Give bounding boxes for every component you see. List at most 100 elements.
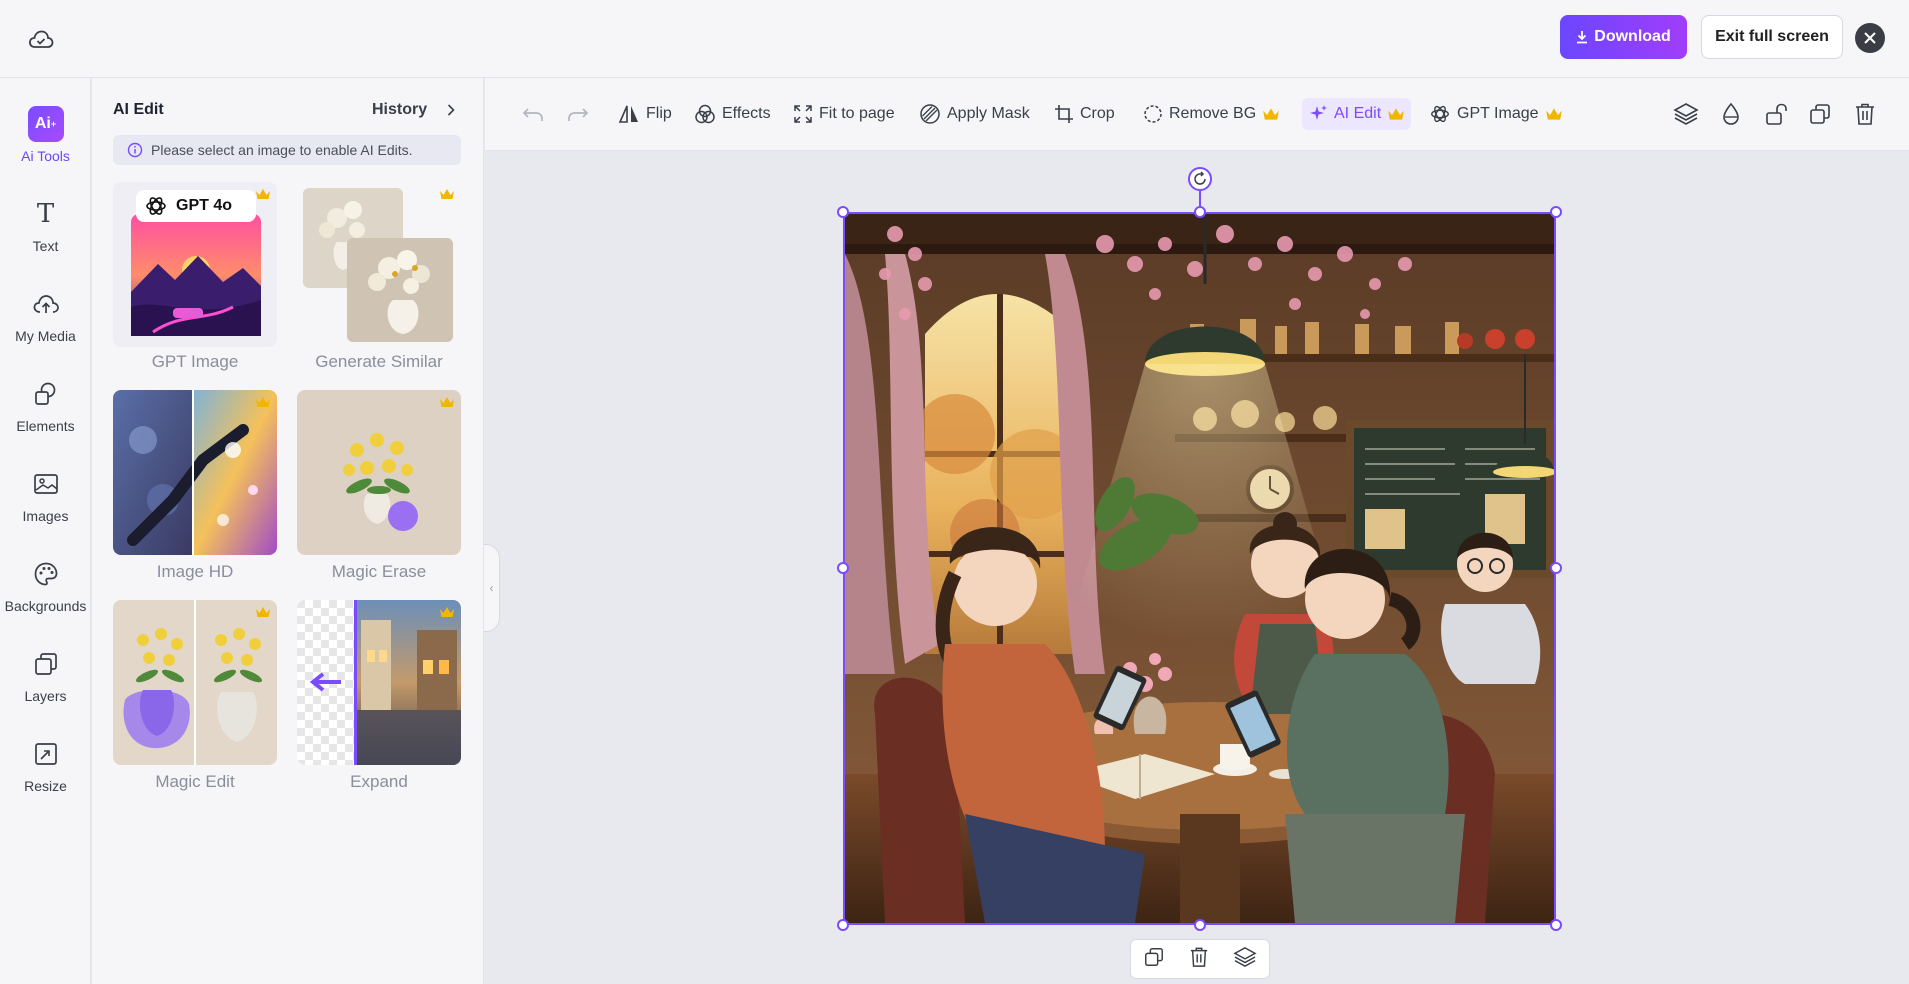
fit-to-page-button[interactable]: Fit to page bbox=[793, 98, 895, 130]
collapse-panel-button[interactable]: ‹ bbox=[484, 544, 500, 632]
left-rail: Ai + Ai Tools T Text My Media Elements Im… bbox=[0, 78, 91, 984]
resize-handle-right[interactable] bbox=[1550, 562, 1562, 574]
elements-icon bbox=[28, 376, 64, 412]
rail-item-layers[interactable]: Layers bbox=[0, 646, 91, 724]
toolbar-label: Flip bbox=[646, 105, 672, 122]
trash-icon[interactable] bbox=[1189, 946, 1209, 973]
tool-label: Generate Similar bbox=[315, 352, 443, 371]
close-button[interactable] bbox=[1855, 23, 1885, 53]
rail-item-backgrounds[interactable]: Backgrounds bbox=[0, 556, 91, 634]
duplicate-icon[interactable] bbox=[1143, 946, 1165, 973]
edit-toolbar: Flip Effects Fit to page Apply Mask Crop… bbox=[485, 78, 1909, 151]
history-button[interactable]: History bbox=[372, 101, 455, 119]
rail-label: Elements bbox=[16, 418, 75, 434]
toolbar-label: Effects bbox=[722, 105, 771, 122]
exit-full-screen-button[interactable]: Exit full screen bbox=[1701, 15, 1843, 59]
rail-item-ai-tools[interactable]: Ai + Ai Tools bbox=[0, 106, 91, 184]
selected-image[interactable] bbox=[843, 212, 1556, 925]
rotate-icon bbox=[1194, 171, 1206, 185]
tool-card-image-hd[interactable] bbox=[113, 390, 277, 555]
trash-icon[interactable] bbox=[1850, 99, 1880, 129]
toolbar-label: Remove BG bbox=[1169, 105, 1257, 122]
magic-erase-thumbnail bbox=[343, 433, 418, 531]
tool-label: Magic Edit bbox=[155, 772, 235, 791]
sparkle-icon bbox=[1310, 105, 1327, 120]
rail-item-my-media[interactable]: My Media bbox=[0, 286, 91, 364]
rail-item-images[interactable]: Images bbox=[0, 466, 91, 544]
cafe-illustration bbox=[845, 214, 1554, 923]
tool-card-magic-erase[interactable] bbox=[297, 390, 461, 555]
flip-button[interactable]: Flip bbox=[618, 98, 672, 130]
chevron-left-icon: ‹ bbox=[489, 581, 494, 595]
ai-edit-button[interactable]: AI Edit bbox=[1302, 98, 1412, 130]
rail-label: Text bbox=[32, 238, 59, 254]
tool-card-expand[interactable] bbox=[297, 600, 461, 765]
unlock-icon[interactable] bbox=[1761, 99, 1791, 129]
resize-icon bbox=[28, 736, 64, 772]
fit-icon bbox=[794, 105, 812, 123]
palette-icon bbox=[28, 556, 64, 592]
rail-label: Resize bbox=[24, 778, 67, 794]
toolbar-label: GPT Image bbox=[1457, 105, 1539, 122]
history-label: History bbox=[372, 101, 428, 118]
download-button[interactable]: Download bbox=[1560, 15, 1687, 59]
resize-handle-left[interactable] bbox=[837, 562, 849, 574]
info-icon bbox=[127, 142, 143, 158]
crop-icon bbox=[1055, 105, 1073, 123]
crown-icon bbox=[1545, 108, 1562, 120]
resize-handle-bottom-right[interactable] bbox=[1550, 919, 1562, 931]
image-icon bbox=[28, 466, 64, 502]
resize-handle-bottom-left[interactable] bbox=[837, 919, 849, 931]
panel-title: AI Edit bbox=[113, 101, 164, 118]
gpt-image-button[interactable]: GPT Image bbox=[1429, 98, 1563, 130]
resize-handle-top[interactable] bbox=[1194, 206, 1206, 218]
download-label: Download bbox=[1594, 28, 1671, 45]
remove-bg-icon bbox=[1144, 105, 1162, 123]
rail-item-text[interactable]: T Text bbox=[0, 196, 91, 274]
rotate-handle[interactable] bbox=[1188, 167, 1212, 191]
rail-label: Layers bbox=[24, 688, 67, 704]
effects-button[interactable]: Effects bbox=[694, 98, 771, 130]
rail-item-elements[interactable]: Elements bbox=[0, 376, 91, 454]
toolbar-label: AI Edit bbox=[1334, 105, 1382, 122]
crown-icon bbox=[256, 189, 270, 199]
undo-icon[interactable] bbox=[518, 99, 548, 129]
rail-item-resize[interactable]: Resize bbox=[0, 736, 91, 814]
resize-handle-top-right[interactable] bbox=[1550, 206, 1562, 218]
expand-thumbnail bbox=[297, 600, 461, 765]
top-bar: Download Exit full screen bbox=[0, 0, 1909, 78]
tool-label: GPT Image bbox=[151, 352, 239, 371]
opacity-drop-icon[interactable] bbox=[1716, 99, 1746, 129]
flip-icon bbox=[618, 105, 638, 123]
close-icon bbox=[1864, 32, 1876, 44]
layers-stack-icon[interactable] bbox=[1671, 99, 1701, 129]
apply-mask-button[interactable]: Apply Mask bbox=[919, 98, 1030, 130]
gpt-4o-badge: GPT 4o bbox=[136, 190, 256, 222]
layers-stack-icon[interactable] bbox=[1233, 946, 1257, 973]
magic-edit-thumbnail bbox=[123, 600, 263, 765]
crop-button[interactable]: Crop bbox=[1054, 98, 1115, 130]
effects-icon bbox=[695, 104, 715, 124]
tool-card-magic-edit[interactable] bbox=[113, 600, 277, 765]
tool-card-generate-similar[interactable] bbox=[297, 182, 461, 347]
upload-cloud-icon bbox=[28, 286, 64, 322]
crown-icon bbox=[1263, 108, 1280, 120]
remove-bg-button[interactable]: Remove BG bbox=[1143, 98, 1280, 130]
crown-icon bbox=[440, 397, 454, 407]
tool-card-gpt-image[interactable]: GPT 4o bbox=[113, 182, 277, 347]
crown-icon bbox=[440, 189, 454, 199]
resize-handle-bottom[interactable] bbox=[1194, 919, 1206, 931]
layers-icon bbox=[28, 646, 64, 682]
duplicate-icon[interactable] bbox=[1805, 99, 1835, 129]
rail-label: Backgrounds bbox=[4, 598, 87, 614]
mask-icon bbox=[920, 104, 940, 124]
resize-handle-top-left[interactable] bbox=[837, 206, 849, 218]
openai-icon bbox=[146, 197, 166, 215]
floating-context-bar bbox=[1130, 939, 1270, 979]
image-hd-thumbnail bbox=[113, 390, 277, 555]
cloud-save-icon[interactable] bbox=[26, 25, 56, 53]
redo-icon[interactable] bbox=[563, 99, 593, 129]
crown-icon bbox=[1388, 108, 1405, 120]
download-icon bbox=[1577, 31, 1588, 44]
crown-icon bbox=[256, 397, 270, 407]
